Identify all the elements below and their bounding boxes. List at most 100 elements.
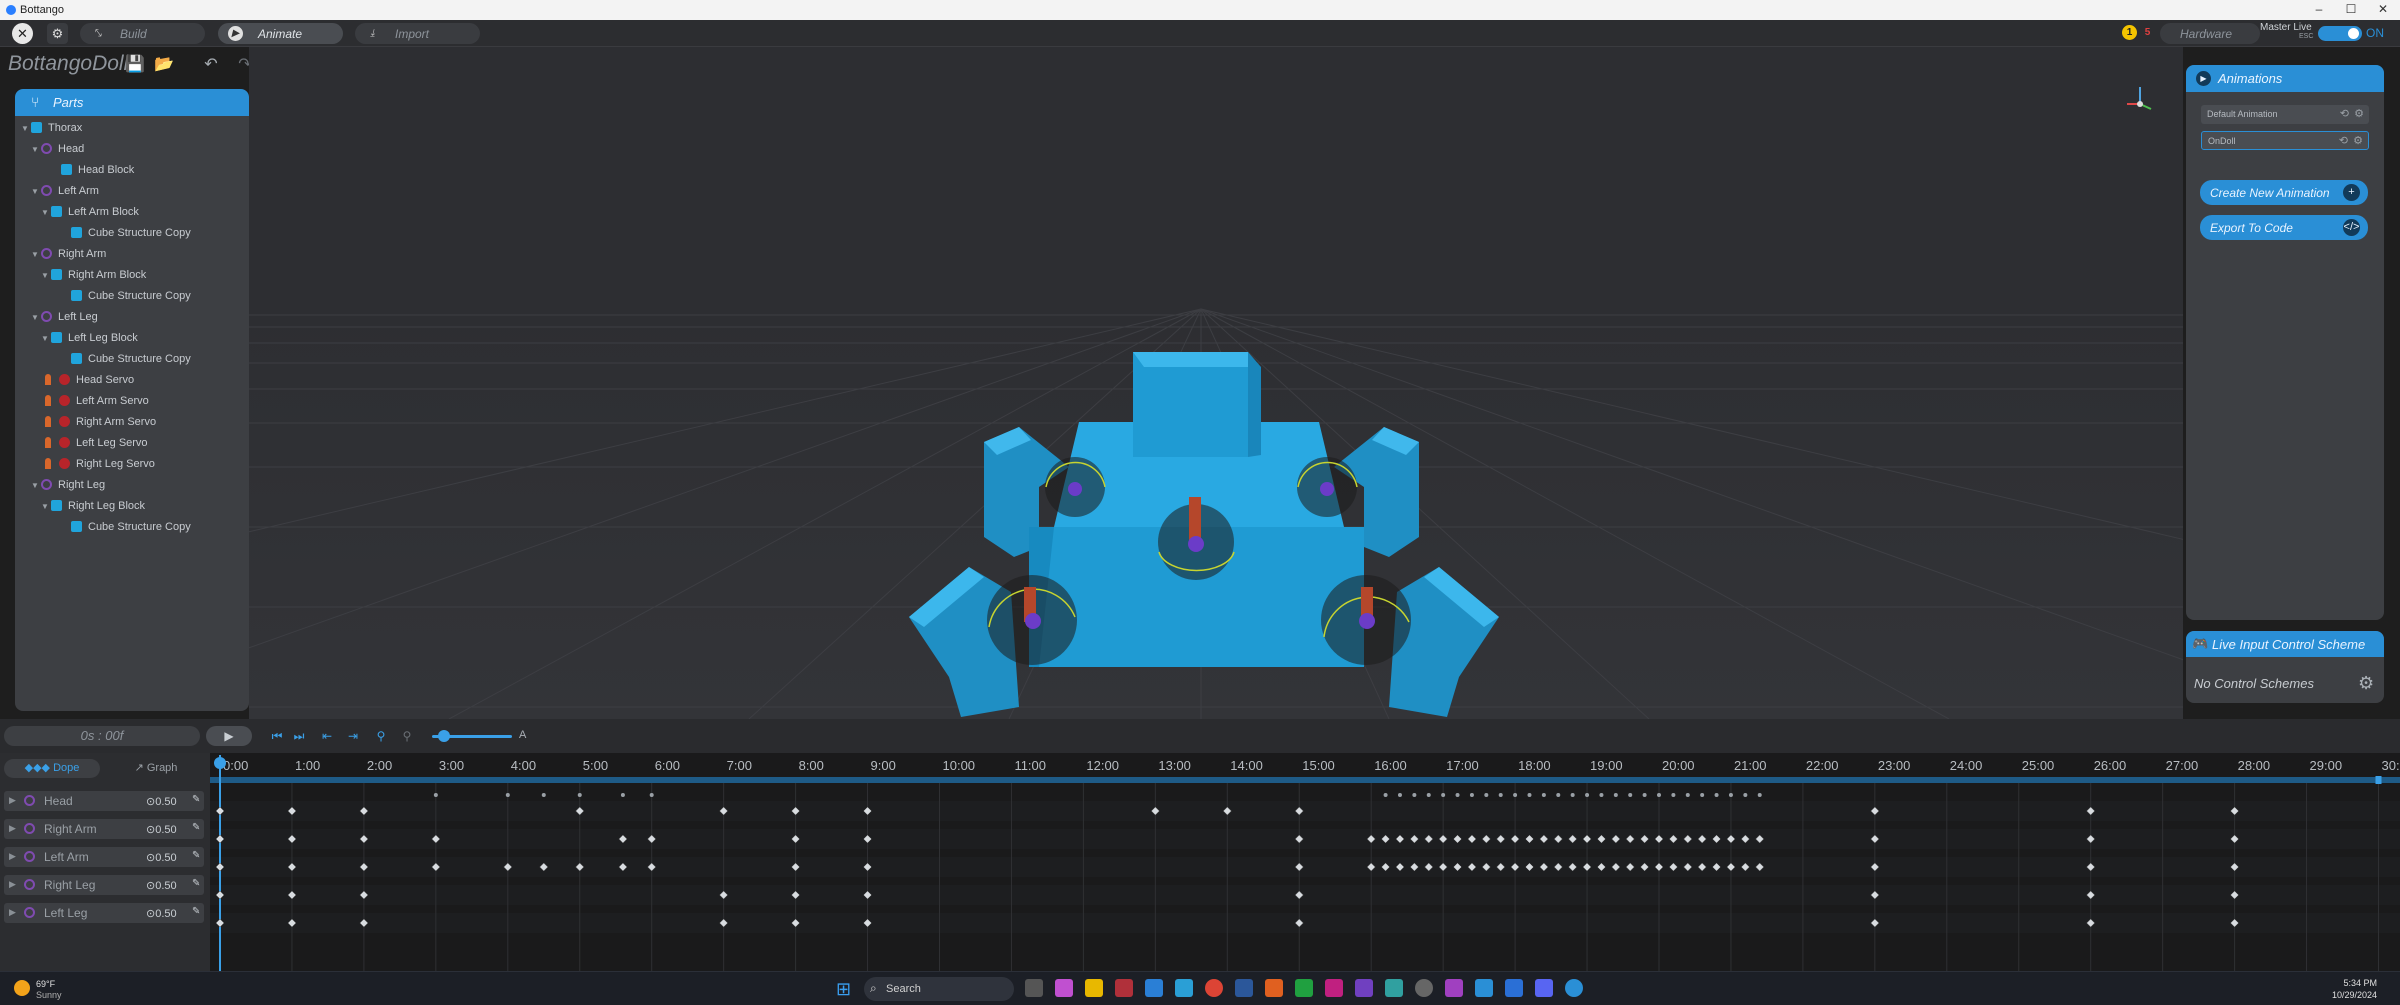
tree-item[interactable]: Head Servo [45,374,134,392]
event-dot[interactable] [1685,793,1690,797]
event-dot[interactable] [1484,793,1489,797]
export-code-button[interactable]: Export To Code </> [2200,215,2368,240]
expand-icon[interactable]: ▶ [9,795,16,806]
scrub-bar[interactable] [210,777,2400,783]
animate-tab[interactable]: ▶ Animate [218,23,343,44]
event-dot[interactable] [1556,793,1561,797]
tree-item[interactable]: ▼ Left Arm Block [41,206,139,224]
playhead-handle[interactable] [214,757,226,769]
animation-item-selected[interactable]: OnDoll ⟲ ⚙ [2201,131,2369,150]
scheme-settings-icon[interactable]: ⚙ [2358,673,2374,694]
track-lane[interactable] [210,885,2400,905]
animation-settings-icon[interactable]: ⚙ [2354,107,2364,120]
curve-edit-icon[interactable]: ✎ [192,850,200,861]
curve-edit-icon[interactable]: ✎ [192,906,200,917]
tree-item[interactable]: Right Arm Servo [45,416,156,434]
event-dot[interactable] [1469,793,1474,797]
event-dot[interactable] [1599,793,1604,797]
app-icon[interactable] [1385,979,1403,997]
tree-item[interactable]: Cube Structure Copy [61,290,191,308]
event-dot[interactable] [649,793,654,797]
app-icon[interactable] [1295,979,1313,997]
app-icon[interactable] [1475,979,1493,997]
track-lane[interactable] [210,913,2400,933]
graph-tab[interactable]: ↗ Graph [108,759,204,778]
tree-item[interactable]: ▼ Right Arm [31,248,106,266]
loop-icon[interactable]: ⟲ [2340,107,2349,120]
expand-icon[interactable]: ▶ [9,851,16,862]
tree-item[interactable]: Left Arm Servo [45,395,149,413]
weather-icon[interactable] [14,980,30,996]
track-row[interactable]: ▶ Left Leg ⊙0.50 ✎ [4,903,204,923]
event-dot[interactable] [1570,793,1575,797]
expand-icon[interactable]: ▶ [9,907,16,918]
create-animation-button[interactable]: Create New Animation + [2200,180,2368,205]
start-icon[interactable]: ⊞ [836,979,851,1000]
next-key-icon[interactable]: ⇥ [344,727,362,745]
taskview-icon[interactable] [1025,979,1043,997]
curve-edit-icon[interactable]: ✎ [192,794,200,805]
app-icon[interactable] [1175,979,1193,997]
expand-icon[interactable]: ▶ [9,823,16,834]
hardware-button[interactable]: Hardware [2160,23,2260,44]
taskbar-search[interactable]: ⌕ Search [864,977,1014,1001]
build-tab[interactable]: ⤡ Build [80,23,205,44]
event-dot[interactable] [577,793,582,797]
event-dot[interactable] [1642,793,1647,797]
event-dot[interactable] [1383,793,1388,797]
app-icon[interactable] [1115,979,1133,997]
marker-add-icon[interactable]: ⚲ [398,727,416,745]
track-lane[interactable] [210,829,2400,849]
tree-item[interactable]: ▼ Right Leg Block [41,500,145,518]
discord-icon[interactable] [1535,979,1553,997]
open-folder-icon[interactable]: 📂 [153,54,175,76]
app-icon[interactable] [1355,979,1373,997]
undo-icon[interactable]: ↶ [200,54,222,76]
curve-edit-icon[interactable]: ✎ [192,822,200,833]
animation-settings-icon[interactable]: ⚙ [2353,134,2363,147]
track-lane[interactable] [210,801,2400,821]
close-project-icon[interactable]: ✕ [12,23,33,44]
app-icon[interactable] [1505,979,1523,997]
event-dot[interactable] [1513,793,1518,797]
time-display[interactable]: 0s : 00f [4,726,200,746]
3d-viewport[interactable] [249,47,2183,719]
event-dot[interactable] [541,793,546,797]
event-dot[interactable] [1671,793,1676,797]
event-dot[interactable] [620,793,625,797]
event-dot[interactable] [1412,793,1417,797]
tree-item[interactable]: Cube Structure Copy [61,521,191,539]
event-dot[interactable] [433,793,438,797]
app-icon[interactable] [1265,979,1283,997]
settings-gear-icon[interactable]: ⚙ [47,23,68,44]
app-icon[interactable] [1445,979,1463,997]
event-dot[interactable] [1628,793,1633,797]
event-dot[interactable] [1585,793,1590,797]
event-dot[interactable] [1498,793,1503,797]
event-dot[interactable] [1527,793,1532,797]
event-dot[interactable] [1397,793,1402,797]
track-row[interactable]: ▶ Right Leg ⊙0.50 ✎ [4,875,204,895]
event-dot[interactable] [1541,793,1546,797]
save-icon[interactable]: 💾 [124,54,146,76]
tree-item[interactable]: Cube Structure Copy [61,353,191,371]
minimize-icon[interactable]: – [2305,2,2333,16]
tree-item[interactable]: ▼ Right Leg [31,479,105,497]
curve-edit-icon[interactable]: ✎ [192,878,200,889]
warning-badge[interactable]: 1 [2122,25,2137,40]
event-dot[interactable] [1743,793,1748,797]
parts-header[interactable]: ⑂ Parts [15,89,249,116]
event-dot[interactable] [1757,793,1762,797]
loop-icon[interactable]: ⟲ [2339,134,2348,147]
event-dot[interactable] [1455,793,1460,797]
tree-item[interactable]: ▼ Left Leg Block [41,332,138,350]
track-row[interactable]: ▶ Head ⊙0.50 ✎ [4,791,204,811]
animation-item[interactable]: Default Animation ⟲ ⚙ [2201,105,2369,124]
maximize-icon[interactable]: ☐ [2337,2,2365,16]
tree-item[interactable]: Right Leg Servo [45,458,155,476]
track-row[interactable]: ▶ Left Arm ⊙0.50 ✎ [4,847,204,867]
jump-end-icon[interactable]: ⏭ [290,727,308,745]
chrome-icon[interactable] [1205,979,1223,997]
app-icon[interactable] [1415,979,1433,997]
tree-item[interactable]: ▼ Right Arm Block [41,269,146,287]
